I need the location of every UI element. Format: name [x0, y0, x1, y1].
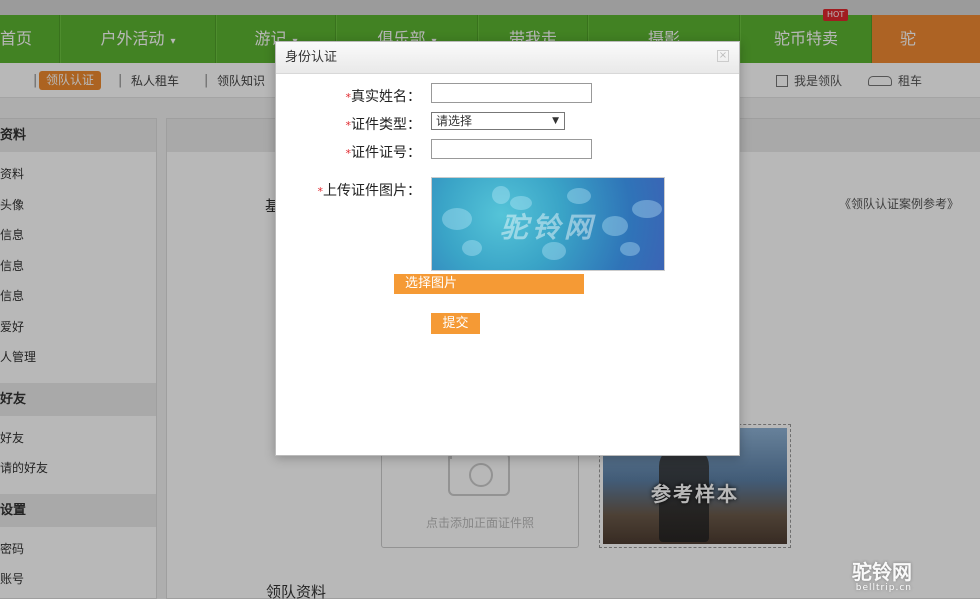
- select-value: 请选择: [436, 114, 473, 128]
- id-number-label: *证件证号：: [271, 142, 422, 162]
- identity-verification-dialog: 身份认证 × *真实姓名： *证件类型： 请选择 ▼ *证件证号： *上传证件图片…: [275, 41, 740, 456]
- site-watermark: 驼铃网 belltrip.cn: [852, 556, 912, 593]
- label-text: 证件证号：: [351, 145, 421, 161]
- choose-image-button[interactable]: 选择图片: [394, 274, 584, 294]
- dropdown-arrow-icon: ▼: [552, 116, 559, 126]
- real-name-input[interactable]: [431, 83, 592, 103]
- id-type-label: *证件类型：: [271, 114, 422, 134]
- id-image-preview: 驼铃网: [431, 177, 665, 271]
- label-text: 真实姓名：: [351, 89, 421, 105]
- watermark-url: belltrip.cn: [855, 583, 912, 593]
- label-text: 证件类型：: [351, 117, 421, 133]
- upload-image-label: *上传证件图片：: [271, 180, 422, 200]
- id-type-select[interactable]: 请选择 ▼: [431, 112, 565, 130]
- id-number-input[interactable]: [431, 139, 592, 159]
- real-name-label: *真实姓名：: [271, 86, 422, 106]
- dialog-title: 身份认证: [276, 42, 739, 74]
- close-icon[interactable]: ×: [717, 50, 729, 62]
- watermark-brand: 驼铃网: [852, 560, 912, 584]
- preview-watermark: 驼铃网: [499, 211, 596, 244]
- label-text: 上传证件图片：: [323, 183, 421, 199]
- submit-button[interactable]: 提交: [431, 313, 480, 334]
